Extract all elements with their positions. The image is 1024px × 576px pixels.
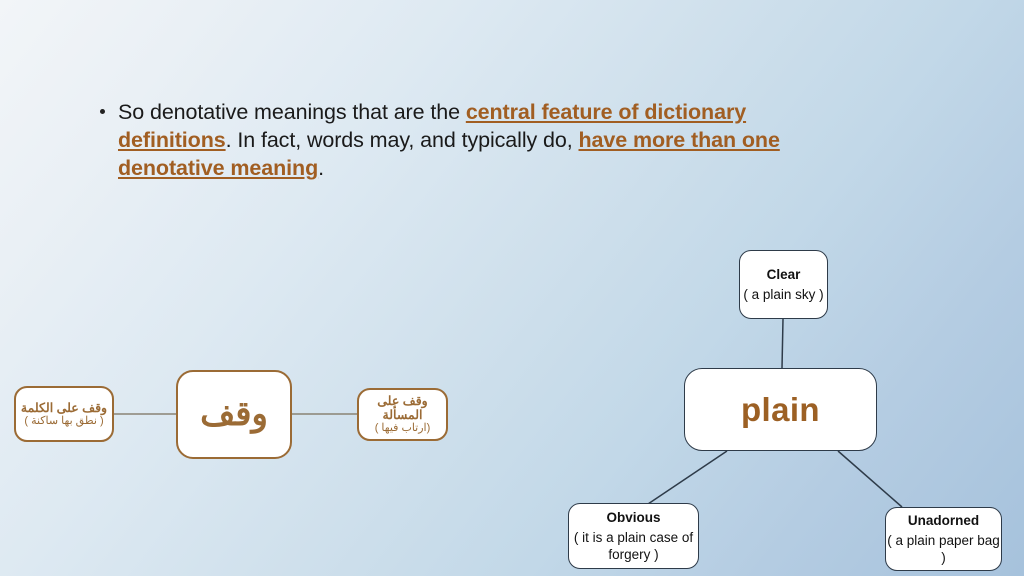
plain-node-unadorned-sub: ( a plain paper bag ) <box>887 533 1000 565</box>
bullet-dot-icon <box>100 109 105 114</box>
arabic-node-right[interactable]: وقف على المسألة (ارتاب فيها ) <box>357 388 448 441</box>
arabic-node-center-label: وقف <box>200 394 268 433</box>
arabic-node-left-sub: ( نطق بها ساكنة ) <box>24 414 104 427</box>
connector-lines-layer <box>113 318 903 508</box>
connector-plain-clear <box>781 318 784 369</box>
connector-plain-unadorned <box>837 450 903 508</box>
arabic-node-left-title: وقف على الكلمة <box>20 400 108 415</box>
arabic-node-right-sub: (ارتاب فيها ) <box>374 422 431 434</box>
plain-node-center[interactable]: plain <box>684 368 877 451</box>
bullet-item: So denotative meanings that are the cent… <box>96 98 856 182</box>
plain-node-obvious-sub: ( it is a plain case of forgery ) <box>573 530 694 562</box>
plain-node-clear-sub: ( a plain sky ) <box>743 287 824 302</box>
slide-canvas: So denotative meanings that are the cent… <box>0 0 1024 576</box>
plain-node-obvious-title: Obvious <box>606 510 661 525</box>
plain-node-unadorned[interactable]: Unadorned ( a plain paper bag ) <box>885 507 1002 571</box>
bullet-segment-plain-2: . In fact, words may, and typically do, <box>225 128 579 152</box>
bullet-paragraph-block: So denotative meanings that are the cent… <box>96 98 856 182</box>
arabic-node-right-title: وقف على المسألة <box>377 394 428 422</box>
plain-node-clear-title: Clear <box>766 267 801 282</box>
plain-node-obvious[interactable]: Obvious ( it is a plain case of forgery … <box>568 503 699 569</box>
arabic-node-left[interactable]: وقف على الكلمة ( نطق بها ساكنة ) <box>14 386 114 442</box>
bullet-segment-plain-1: So denotative meanings that are the <box>118 100 466 124</box>
arabic-node-right-content: وقف على المسألة (ارتاب فيها ) <box>359 392 446 437</box>
bullet-segment-plain-3: . <box>318 156 324 180</box>
plain-node-center-label: plain <box>740 390 820 428</box>
arabic-node-left-content: وقف على الكلمة ( نطق بها ساكنة ) <box>17 399 111 430</box>
plain-node-unadorned-title: Unadorned <box>907 513 980 528</box>
plain-node-clear[interactable]: Clear ( a plain sky ) <box>739 250 828 319</box>
connector-plain-obvious <box>647 450 728 505</box>
arabic-node-center[interactable]: وقف <box>176 370 292 459</box>
